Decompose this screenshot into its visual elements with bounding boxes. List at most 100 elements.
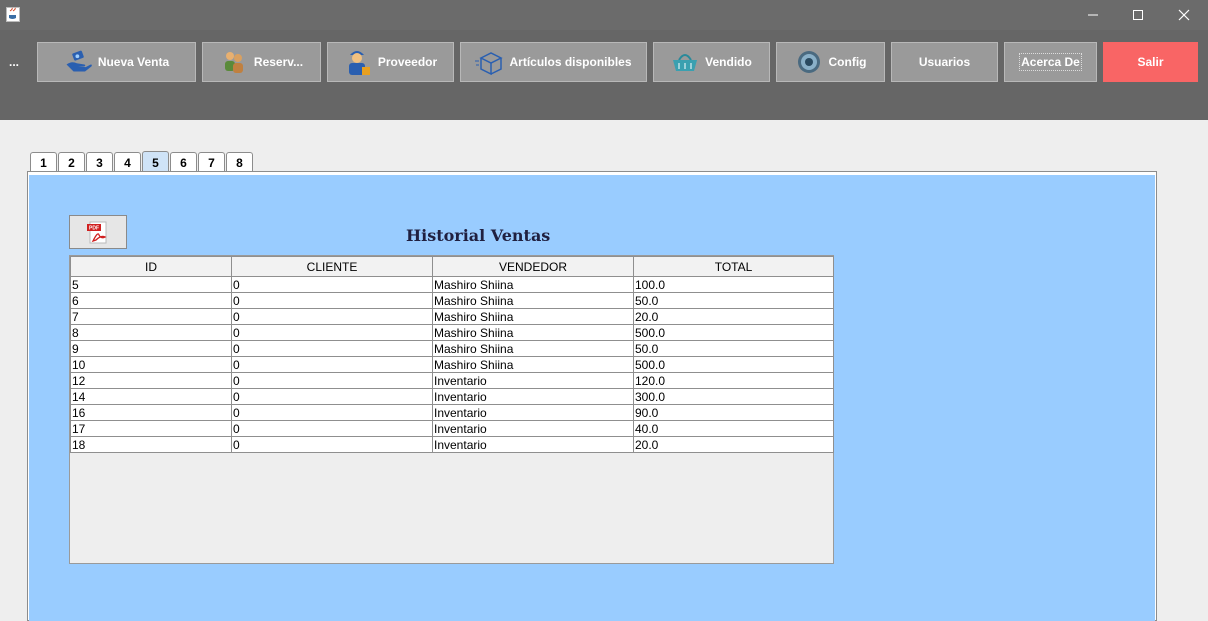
people-icon [220,48,248,76]
maximize-button[interactable] [1115,0,1161,30]
cell-vendedor: Mashiro Shiina [432,308,634,325]
table-row[interactable]: 10 0 Mashiro Shiina 500.0 [70,356,834,373]
cell-vendedor: Mashiro Shiina [432,340,634,357]
tab-3[interactable]: 3 [86,152,113,172]
column-header-cliente[interactable]: CLIENTE [231,256,433,277]
articulos-disponibles-button[interactable]: Artículos disponibles [460,42,647,82]
table-row[interactable]: 16 0 Inventario 90.0 [70,404,834,421]
tab-6[interactable]: 6 [170,152,197,172]
java-app-icon [6,7,20,22]
vendido-label: Vendido [705,55,752,69]
cell-cliente: 0 [231,308,433,325]
cell-cliente: 0 [231,372,433,389]
cell-id: 10 [70,356,232,373]
cell-total: 90.0 [633,404,834,421]
cell-cliente: 0 [231,420,433,437]
cell-id: 12 [70,372,232,389]
config-label: Config [828,55,867,69]
basket-icon [671,48,699,76]
close-button[interactable] [1161,0,1207,30]
cell-total: 20.0 [633,308,834,325]
nueva-venta-button[interactable]: Nueva Venta [37,42,196,82]
table-row[interactable]: 12 0 Inventario 120.0 [70,372,834,389]
table-row[interactable]: 8 0 Mashiro Shiina 500.0 [70,324,834,341]
more-button[interactable]: ... [4,42,24,82]
maximize-icon [1133,10,1143,20]
cell-cliente: 0 [231,388,433,405]
cell-cliente: 0 [231,276,433,293]
table-row[interactable]: 9 0 Mashiro Shiina 50.0 [70,340,834,357]
cell-total: 50.0 [633,292,834,309]
config-button[interactable]: Config [776,42,885,82]
column-header-id[interactable]: ID [70,256,232,277]
gear-icon [795,48,823,76]
cell-total: 500.0 [633,356,834,373]
tab-4[interactable]: 4 [114,152,141,172]
cell-id: 18 [70,436,232,453]
usuarios-label: Usuarios [918,55,971,69]
cell-total: 40.0 [633,420,834,437]
proveedor-button[interactable]: Proveedor [327,42,454,82]
cell-id: 5 [70,276,232,293]
table-row[interactable]: 6 0 Mashiro Shiina 50.0 [70,292,834,309]
export-pdf-button[interactable]: PDF [69,215,127,249]
acerca-de-label: Acerca De [1019,53,1082,71]
salir-button[interactable]: Salir [1103,42,1198,82]
tab-1[interactable]: 1 [30,152,57,172]
cell-cliente: 0 [231,292,433,309]
acerca-de-button[interactable]: Acerca De [1004,42,1097,82]
minimize-icon [1088,14,1098,16]
cell-id: 8 [70,324,232,341]
cell-total: 100.0 [633,276,834,293]
table-row[interactable]: 5 0 Mashiro Shiina 100.0 [70,276,834,293]
historial-title: Historial Ventas [406,226,551,245]
box-icon [475,48,504,76]
reservas-button[interactable]: Reserv... [202,42,321,82]
delivery-man-icon [344,48,372,76]
tab-7[interactable]: 7 [198,152,225,172]
articulos-disponibles-label: Artículos disponibles [509,55,632,69]
cell-id: 14 [70,388,232,405]
cell-vendedor: Mashiro Shiina [432,324,634,341]
tab-2[interactable]: 2 [58,152,85,172]
table-row[interactable]: 17 0 Inventario 40.0 [70,420,834,437]
svg-text:PDF: PDF [89,226,99,232]
column-header-vendedor[interactable]: VENDEDOR [432,256,634,277]
cell-id: 16 [70,404,232,421]
table-row[interactable]: 7 0 Mashiro Shiina 20.0 [70,308,834,325]
usuarios-button[interactable]: Usuarios [891,42,998,82]
table-row[interactable]: 18 0 Inventario 20.0 [70,436,834,453]
cell-cliente: 0 [231,356,433,373]
cell-cliente: 0 [231,404,433,421]
vendido-button[interactable]: Vendido [653,42,770,82]
cell-total: 300.0 [633,388,834,405]
cell-vendedor: Inventario [432,420,634,437]
column-header-total[interactable]: TOTAL [633,256,834,277]
pdf-icon: PDF [87,221,107,244]
hand-money-icon [64,48,92,76]
cell-total: 120.0 [633,372,834,389]
cell-id: 9 [70,340,232,357]
nueva-venta-label: Nueva Venta [97,55,170,69]
table-row[interactable]: 14 0 Inventario 300.0 [70,388,834,405]
reservas-label: Reserv... [253,55,304,69]
salir-label: Salir [1137,55,1164,69]
main-toolbar: ... Nueva Venta Reserv... Proveedor Artí… [0,30,1208,120]
cell-vendedor: Inventario [432,388,634,405]
close-icon [1178,9,1190,21]
cell-vendedor: Mashiro Shiina [432,292,634,309]
cell-id: 7 [70,308,232,325]
table-header-row: ID CLIENTE VENDEDOR TOTAL [70,256,834,277]
minimize-button[interactable] [1070,0,1116,30]
cell-vendedor: Inventario [432,372,634,389]
cell-total: 50.0 [633,340,834,357]
sales-table[interactable]: ID CLIENTE VENDEDOR TOTAL 5 0 Mashiro Shii… [69,255,834,564]
cell-vendedor: Inventario [432,404,634,421]
cell-total: 500.0 [633,324,834,341]
cell-vendedor: Mashiro Shiina [432,276,634,293]
cell-vendedor: Inventario [432,436,634,453]
cell-cliente: 0 [231,324,433,341]
cell-cliente: 0 [231,436,433,453]
tab-5[interactable]: 5 [142,151,169,173]
tab-8[interactable]: 8 [226,152,253,172]
